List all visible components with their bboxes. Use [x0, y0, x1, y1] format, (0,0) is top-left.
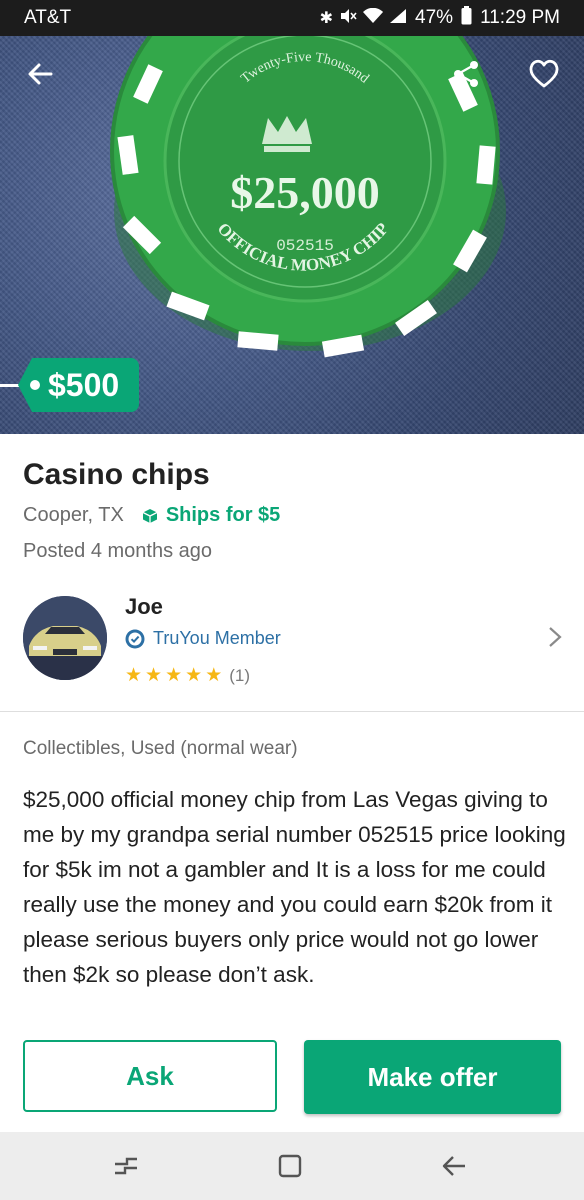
recent-apps-button[interactable] [108, 1150, 144, 1182]
star-icon: ★ [185, 665, 203, 686]
shipping-label: Ships for $5 [165, 504, 281, 526]
star-icon: ★ [145, 665, 163, 686]
status-bar: AT&T ✱ 47% 11:29 PM [0, 0, 584, 36]
shipping-info[interactable]: Ships for $5 [142, 504, 280, 527]
ask-button[interactable]: Ask [23, 1040, 277, 1112]
make-offer-button[interactable]: Make offer [304, 1040, 561, 1114]
battery-icon [461, 5, 472, 31]
heart-icon [529, 59, 559, 88]
battery-percent: 47% [415, 7, 454, 28]
sports-car-avatar-image [23, 596, 107, 680]
price-tag-string [0, 384, 20, 387]
favorite-button[interactable] [520, 50, 568, 98]
truyou-badge: TruYou Member [125, 628, 281, 649]
listing-photo[interactable]: Twenty-Five Thousand $25,000 052515 OFFI… [0, 36, 584, 434]
carrier-label: AT&T [24, 7, 72, 28]
location-row: Cooper, TX Ships for $5 [23, 504, 280, 527]
location-text: Cooper, TX [23, 504, 124, 526]
clock: 11:29 PM [480, 7, 560, 28]
seller-name: Joe [125, 594, 163, 619]
chip-amount: $25,000 [230, 167, 380, 218]
bluetooth-icon: ✱ [319, 10, 334, 27]
avatar[interactable] [23, 596, 107, 680]
action-bar: Ask Make offer [0, 1022, 584, 1132]
listing-title: Casino chips [23, 458, 210, 491]
chip-serial: 052515 [276, 237, 334, 255]
truyou-label: TruYou Member [153, 628, 281, 648]
star-icon: ★ [165, 665, 183, 686]
back-arrow-icon [442, 1156, 465, 1176]
share-button[interactable] [442, 50, 490, 98]
recent-apps-icon [115, 1157, 137, 1175]
price-tag-hole [30, 380, 40, 390]
listing-category: Collectibles, Used (normal wear) [23, 738, 298, 759]
mute-icon [339, 8, 357, 29]
seller-card[interactable]: Joe TruYou Member ★ ★ ★ ★ ★ (1) [0, 594, 584, 712]
box-icon [142, 508, 158, 523]
home-icon [278, 1154, 302, 1178]
star-icon: ★ [205, 665, 223, 686]
wifi-icon [363, 7, 384, 29]
arrow-left-icon [28, 63, 53, 85]
star-icon: ★ [125, 665, 143, 686]
verified-check-icon [125, 629, 145, 648]
signal-icon [389, 8, 407, 29]
divider [0, 711, 584, 712]
back-button[interactable] [16, 50, 64, 98]
listing-description: $25,000 official money chip from Las Veg… [23, 787, 566, 987]
posted-time: Posted 4 months ago [23, 540, 213, 562]
system-nav-bar [0, 1132, 584, 1200]
chevron-right-icon [548, 626, 562, 653]
share-icon [454, 61, 478, 87]
rating-count: (1) [229, 665, 251, 685]
back-nav-button[interactable] [436, 1150, 472, 1182]
home-button[interactable] [272, 1150, 308, 1182]
seller-rating: ★ ★ ★ ★ ★ (1) [125, 664, 250, 687]
